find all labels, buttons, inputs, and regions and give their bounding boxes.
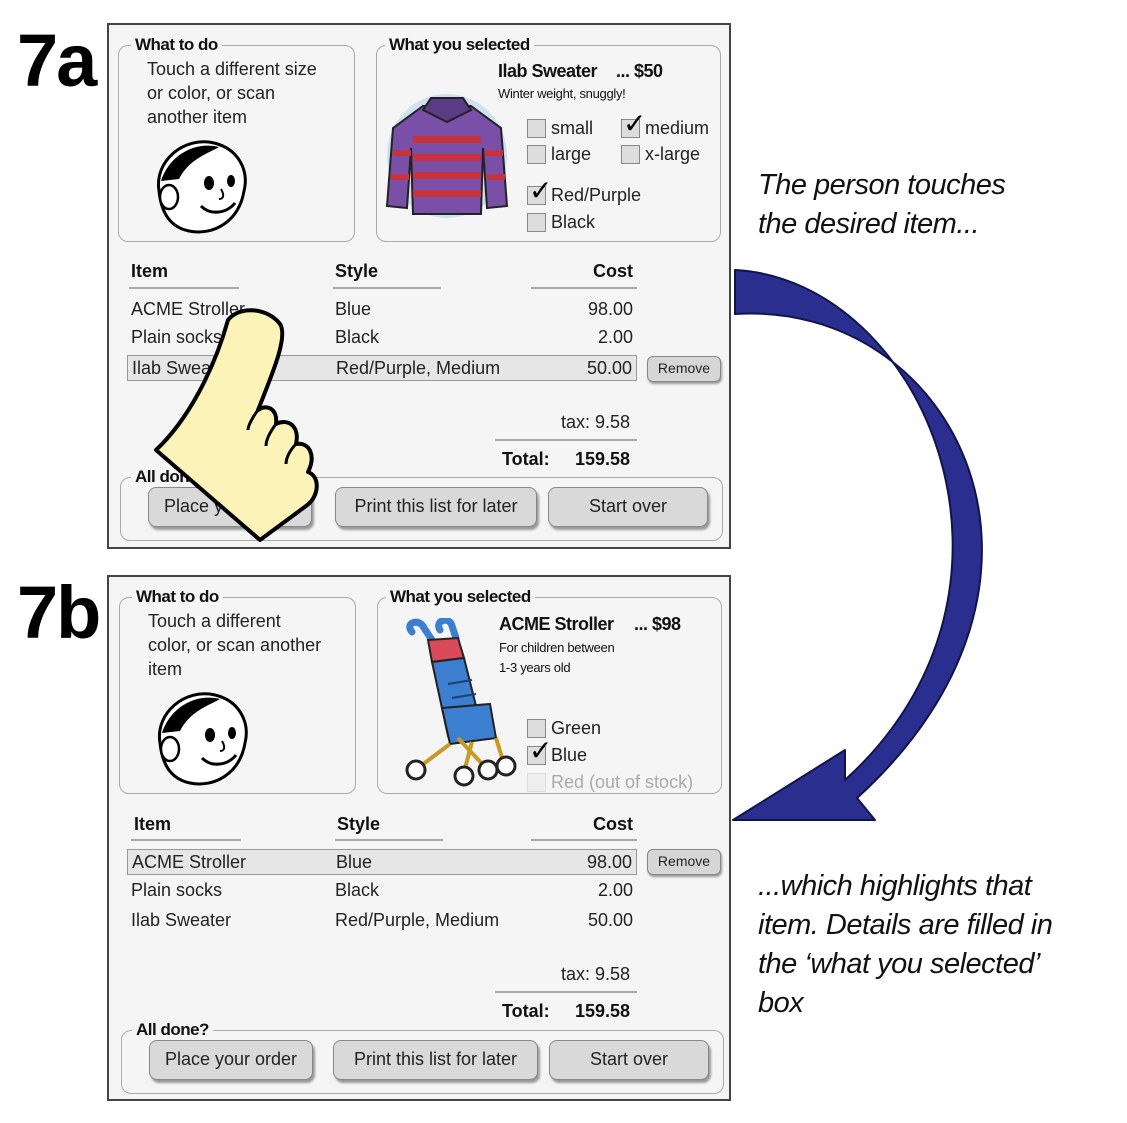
column-header-style: Style [335,261,379,281]
total-label: Total: [502,449,550,469]
caption-bottom: ...which highlights that item. Details a… [758,870,1053,1019]
total-divider [495,439,637,441]
checkmark-icon: ✓ [623,107,647,140]
column-header-item: Item [134,814,172,834]
option-color-red-purple[interactable]: ✓ Red/Purple [527,177,641,206]
total-amount: 159.58 [575,449,631,469]
product-description: Winter weight, snuggly! [498,86,626,101]
checkbox-small[interactable] [527,119,546,138]
transition-arrow-icon [732,269,983,821]
what-you-selected-panel: What you selected Ilab Sweater ... $50 W… [376,35,721,242]
total-amount: 159.58 [575,1001,631,1021]
total-divider [495,991,637,993]
helper-mascot-icon [157,692,248,786]
total-label: Total: [502,1001,550,1021]
sweater-image [385,94,509,218]
header-divider [131,839,241,841]
what-you-selected-panel: What you selected ACME Stroller ... $98 … [377,587,722,794]
what-to-do-panel: What to do Touch a different color, or s… [119,587,356,794]
option-size-large[interactable]: large [527,144,591,165]
print-list-button[interactable]: Print this list for later [333,1040,538,1080]
checkbox-red-disabled [527,773,546,792]
column-header-cost: Cost [593,261,633,281]
checkbox-large[interactable] [527,145,546,164]
column-header-item: Item [131,261,169,281]
helper-mascot-icon [156,140,247,234]
remove-button[interactable]: Remove [647,356,721,382]
tax-amount: tax: 9.58 [561,964,631,984]
caption-top: The person touches the desired item... [758,169,1006,240]
all-done-heading: All done? [132,1020,213,1040]
instruction-text: Touch a different size or color, or scan… [147,59,317,127]
option-size-medium[interactable]: ✓ medium [621,110,709,139]
checkbox-xlarge[interactable] [621,145,640,164]
pointing-hand-icon [154,308,319,542]
option-color-blue[interactable]: ✓ Blue [527,737,587,766]
header-divider [129,287,239,289]
option-color-black[interactable]: Black [527,212,595,233]
checkbox-blue[interactable]: ✓ [527,737,552,765]
all-done-panel: All done? Place your order Print this li… [121,1020,724,1094]
tax-amount: tax: 9.58 [561,412,631,432]
what-to-do-heading: What to do [132,587,223,607]
kiosk-screen-7b: What to do Touch a different color, or s… [107,575,731,1101]
option-size-xlarge[interactable]: x-large [621,144,700,165]
header-divider [335,839,443,841]
header-divider [531,287,637,289]
stroller-image [405,618,517,787]
instruction-text: Touch a different color, or scan another… [148,611,322,679]
print-list-button[interactable]: Print this list for later [335,487,537,527]
checkbox-red-purple[interactable]: ✓ [527,177,552,205]
header-divider [531,839,637,841]
checkmark-icon: ✓ [529,174,553,207]
option-color-red-out-of-stock: Red (out of stock) [527,772,693,793]
column-header-style: Style [337,814,381,834]
figure-label-7a: 7a [17,19,97,102]
place-order-button[interactable]: Place your order [149,1040,313,1080]
what-to-do-panel: What to do Touch a different size or col… [118,35,355,242]
figure-label-7b: 7b [17,571,101,654]
product-name: Ilab Sweater [498,61,598,81]
start-over-button[interactable]: Start over [549,1040,709,1080]
remove-button[interactable]: Remove [647,849,721,875]
column-header-cost: Cost [593,814,633,834]
table-row[interactable]: Ilab Sweater Red/Purple, Medium 50.00 [127,908,637,934]
start-over-button[interactable]: Start over [548,487,708,527]
what-you-selected-heading: What you selected [385,35,534,55]
table-row[interactable]: Plain socks Black 2.00 [127,878,637,904]
table-row-selected[interactable]: ACME Stroller Blue 98.00 [127,849,637,875]
checkbox-medium[interactable]: ✓ [621,110,646,138]
option-size-small[interactable]: small [527,118,593,139]
checkmark-icon: ✓ [529,734,553,767]
checkbox-black[interactable] [527,213,546,232]
what-to-do-heading: What to do [131,35,222,55]
what-you-selected-heading: What you selected [386,587,535,607]
header-divider [333,287,441,289]
product-price: ... $50 [616,61,663,81]
product-price: ... $98 [634,614,681,634]
